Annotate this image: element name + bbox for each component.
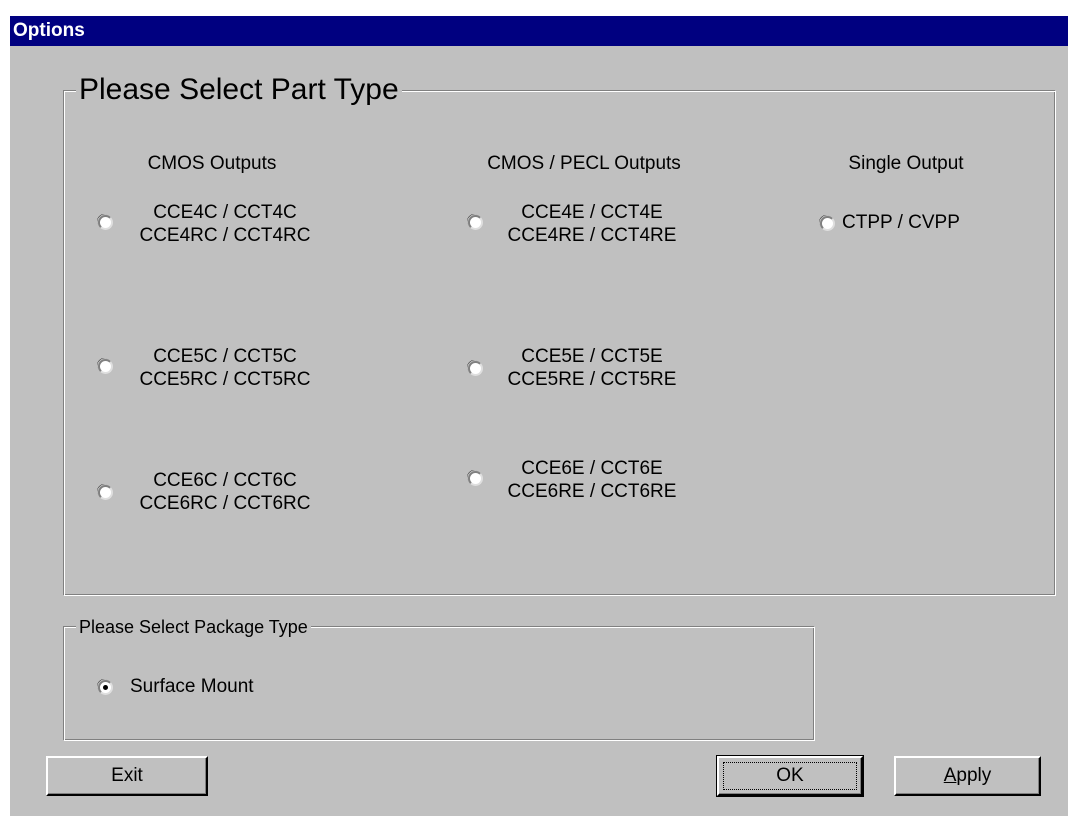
radio-option-label: CCE4C / CCT4C CCE4RC / CCT4RC [130, 201, 320, 247]
cmos-outputs-header: CMOS Outputs [147, 153, 277, 174]
part-type-group: Please Select Part Type CMOS Outputs CMO… [63, 72, 1056, 596]
radio-option-label: CTPP / CVPP [842, 212, 960, 233]
option-line-1: CCE4E / CCT4E [521, 202, 663, 223]
radio-button-selected[interactable] [98, 680, 113, 695]
title-bar[interactable]: Options [10, 16, 1068, 46]
option-line-2: CCE5RE / CCT5RE [507, 369, 677, 390]
radio-button[interactable] [468, 361, 483, 376]
single-output-header: Single Output [848, 153, 964, 174]
focus-rectangle [723, 762, 857, 790]
option-line-2: CCE4RE / CCT4RE [507, 225, 677, 246]
radio-option-label: CCE6E / CCT6E CCE6RE / CCT6RE [494, 457, 690, 503]
package-type-group: Please Select Package Type Surface Mount [63, 616, 815, 741]
option-line-1: CCE4C / CCT4C [153, 202, 297, 223]
radio-button[interactable] [98, 215, 113, 230]
option-line-1: CCE5C / CCT5C [153, 346, 297, 367]
radio-button[interactable] [98, 359, 113, 374]
radio-option-label: CCE5E / CCT5E CCE5RE / CCT5RE [494, 345, 690, 391]
option-line-2: CCE4RC / CCT4RC [139, 225, 311, 246]
radio-selected-dot [103, 685, 108, 690]
option-line-1: CCE5E / CCT5E [521, 346, 663, 367]
cmos-pecl-outputs-header: CMOS / PECL Outputs [487, 153, 681, 174]
package-type-legend: Please Select Package Type [76, 616, 311, 638]
radio-button[interactable] [98, 485, 113, 500]
radio-option-label: CCE6C / CCT6C CCE6RC / CCT6RC [130, 469, 320, 515]
option-line-2: CCE6RC / CCT6RC [139, 493, 311, 514]
part-type-legend: Please Select Part Type [76, 72, 402, 108]
option-line-1: CCE6C / CCT6C [153, 470, 297, 491]
radio-option-label: CCE5C / CCT5C CCE5RC / CCT5RC [130, 345, 320, 391]
apply-button-label: Apply [943, 765, 992, 786]
ok-button[interactable]: OK [716, 755, 864, 797]
radio-option-label: CCE4E / CCT4E CCE4RE / CCT4RE [494, 201, 690, 247]
radio-button[interactable] [468, 215, 483, 230]
options-window: Options Please Select Part Type CMOS Out… [10, 16, 1068, 816]
exit-button[interactable]: Exit [46, 756, 208, 796]
window-title: Options [13, 20, 85, 41]
radio-button[interactable] [468, 471, 483, 486]
option-line-1: CCE6E / CCT6E [521, 458, 663, 479]
surface-mount-label: Surface Mount [130, 676, 254, 697]
apply-button[interactable]: Apply [894, 756, 1041, 796]
radio-button[interactable] [820, 216, 835, 231]
option-line-2: CCE6RE / CCT6RE [507, 481, 677, 502]
option-line-2: CCE5RC / CCT5RC [139, 369, 311, 390]
